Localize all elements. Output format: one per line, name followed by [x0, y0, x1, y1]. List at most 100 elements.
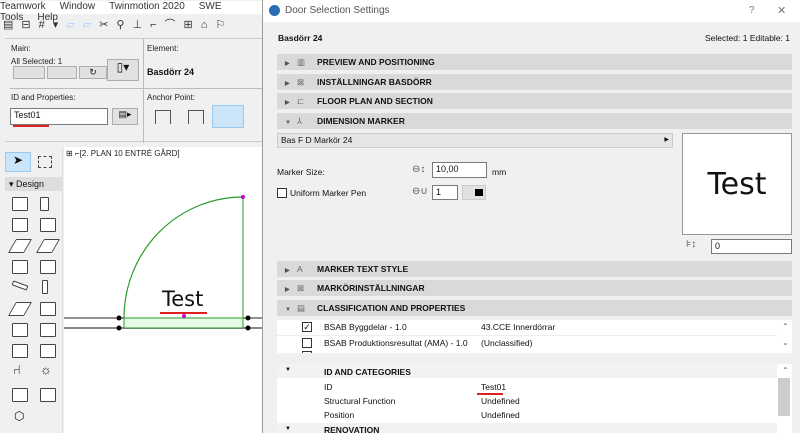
- home-icon[interactable]: ⌂: [201, 19, 216, 31]
- offset-icon: ⊧↕: [686, 239, 697, 250]
- grid-element-tool[interactable]: [12, 388, 28, 402]
- preview-icon: ▥: [297, 57, 306, 67]
- scroll-down-icon[interactable]: ⌄: [782, 338, 789, 347]
- help-button[interactable]: ?: [749, 5, 755, 16]
- design-label: Design: [16, 179, 45, 189]
- menu-window[interactable]: Window: [60, 1, 96, 12]
- corner-icon[interactable]: ⌐: [150, 19, 164, 31]
- marquee-button[interactable]: [47, 66, 77, 79]
- marker-preview: Test: [682, 133, 792, 235]
- toolbar: ▤⊟#▾▱▱✂⚲⊥⌐⌒⊞⌂⚐: [3, 16, 262, 36]
- section-floor-plan[interactable]: ▶ ⊏ FLOOR PLAN AND SECTION: [277, 93, 792, 109]
- text-style-icon: A: [297, 264, 303, 274]
- slab-tool[interactable]: [7, 239, 33, 253]
- arrow-tool[interactable]: ➤: [5, 152, 31, 172]
- section-installningar-basdorr[interactable]: ▶ ⊠ INSTÄLLNINGAR BASDÖRR: [277, 74, 792, 90]
- skylight-tool[interactable]: [40, 344, 56, 358]
- settings-icon: ⊠: [297, 77, 305, 87]
- property-name: ID: [324, 382, 333, 392]
- collapse-icon[interactable]: ▼: [285, 426, 291, 432]
- plane-icon[interactable]: ▱▱: [66, 19, 99, 31]
- id-input[interactable]: Test01: [10, 108, 108, 125]
- wall-tool[interactable]: [12, 197, 28, 211]
- floor-plan-icon: ⊏: [297, 96, 305, 106]
- roof-tool[interactable]: [35, 239, 61, 253]
- opening-tool[interactable]: [40, 388, 56, 402]
- classification-value[interactable]: 43.CCE Innerdörrar: [481, 322, 555, 332]
- rotate-button[interactable]: ↻: [79, 66, 107, 79]
- dialog-element-name: Basdörr 24: [278, 33, 323, 43]
- marquee-tool[interactable]: [38, 156, 52, 168]
- morph-tool[interactable]: [40, 260, 56, 274]
- anchor-left-button[interactable]: [155, 110, 171, 124]
- mesh-tool[interactable]: [40, 323, 56, 337]
- flag-icon[interactable]: ⚐: [215, 19, 233, 31]
- anchor-center-button[interactable]: [188, 110, 204, 124]
- anchor-point-label: Anchor Point:: [147, 93, 196, 102]
- scroll-up-icon[interactable]: ⌃: [782, 322, 789, 331]
- classification-checkbox[interactable]: [302, 338, 312, 348]
- layer-select-button[interactable]: [13, 66, 45, 79]
- menu-bar: Teamwork Window Twinmotion 2020 SWE Tools He…: [0, 1, 262, 23]
- scissors-icon[interactable]: ✂: [99, 19, 116, 31]
- wand-icon[interactable]: ⚲: [116, 19, 132, 31]
- resize-icon[interactable]: ⊞: [184, 19, 201, 31]
- main-label: Main:: [11, 44, 31, 53]
- marker-settings-icon: ⊠: [297, 283, 305, 293]
- classification-checkbox[interactable]: [302, 351, 312, 353]
- id-categories-header: ID AND CATEGORIES: [324, 367, 411, 377]
- stair-tool[interactable]: [40, 302, 56, 316]
- section-classification[interactable]: ▼ ▤ CLASSIFICATION AND PROPERTIES: [277, 300, 792, 316]
- marker-size-label: Marker Size:: [277, 167, 325, 177]
- grid-icon[interactable]: #▾: [39, 19, 67, 31]
- window-tool[interactable]: [12, 218, 28, 232]
- property-value[interactable]: Undefined: [481, 410, 520, 420]
- element-label: Element:: [147, 44, 179, 53]
- corner-window-tool[interactable]: [40, 218, 56, 232]
- classification-system: BSAB Produktionsresultat (AMA) - 1.0: [324, 338, 468, 348]
- curtain-wall-tool[interactable]: [12, 344, 28, 358]
- marker-size-input[interactable]: 10,00: [432, 162, 487, 178]
- pen-color-swatch[interactable]: [462, 185, 486, 200]
- shell-tool[interactable]: [12, 260, 28, 274]
- lamp-tool[interactable]: ☼: [40, 362, 52, 377]
- railing-tool[interactable]: [12, 323, 28, 337]
- layer-icon[interactable]: ▤: [3, 19, 21, 31]
- marker-dropdown[interactable]: Bas F D Markör 24 ▶: [277, 133, 673, 148]
- menu-teamwork[interactable]: Teamwork: [0, 1, 46, 12]
- elevate-icon[interactable]: ⊥: [132, 19, 150, 31]
- properties-scrollbar[interactable]: [778, 378, 790, 416]
- door-tool[interactable]: [40, 197, 49, 211]
- collapse-icon[interactable]: ▼: [285, 367, 291, 373]
- preview-text: Test: [707, 167, 767, 202]
- zone-tool[interactable]: [7, 302, 33, 316]
- dimension-icon[interactable]: ⊟: [21, 19, 38, 31]
- design-group-header[interactable]: ▾ Design: [5, 177, 63, 191]
- pen-number-input[interactable]: 1: [432, 185, 458, 200]
- offset-input[interactable]: 0: [711, 239, 792, 254]
- door-type-button[interactable]: ▯▾: [107, 59, 139, 81]
- floor-plan-canvas[interactable]: ⊞ ⌐[2. PLAN 10 ENTRÉ GÅRD] Test: [64, 147, 262, 433]
- equipment-tool[interactable]: ⬡: [14, 409, 24, 423]
- section-markorinstallningar[interactable]: ▶ ⊠ MARKÖRINSTÄLLNINGAR: [277, 280, 792, 296]
- uniform-pen-checkbox[interactable]: [277, 188, 287, 198]
- property-name: Position: [324, 410, 355, 420]
- classification-value[interactable]: (Unclassified): [481, 338, 533, 348]
- property-value[interactable]: Test01: [481, 382, 506, 392]
- section-preview-positioning[interactable]: ▶ ▥ PREVIEW AND POSITIONING: [277, 54, 792, 70]
- arc-icon[interactable]: ⌒: [165, 19, 184, 31]
- properties-button[interactable]: ▤▸: [112, 108, 138, 125]
- toolbox: ➤ ▾ Design ⑁ ☼ ⬡: [0, 147, 63, 433]
- section-marker-text-style[interactable]: ▶ A MARKER TEXT STYLE: [277, 261, 792, 277]
- anchor-right-button[interactable]: [212, 105, 244, 128]
- dialog-title-bar: Door Selection Settings ? ✕: [263, 0, 800, 22]
- classification-checkbox[interactable]: ✓: [302, 322, 312, 332]
- object-tool[interactable]: ⑁: [13, 362, 21, 377]
- beam-tool[interactable]: [11, 280, 29, 291]
- column-tool[interactable]: [42, 280, 48, 294]
- scroll-up-icon[interactable]: ⌃: [782, 366, 789, 375]
- section-dimension-marker[interactable]: ▼ ⅄ DIMENSION MARKER: [277, 113, 792, 129]
- close-button[interactable]: ✕: [777, 4, 786, 17]
- menu-twinmotion[interactable]: Twinmotion 2020: [109, 1, 185, 12]
- property-value[interactable]: Undefined: [481, 396, 520, 406]
